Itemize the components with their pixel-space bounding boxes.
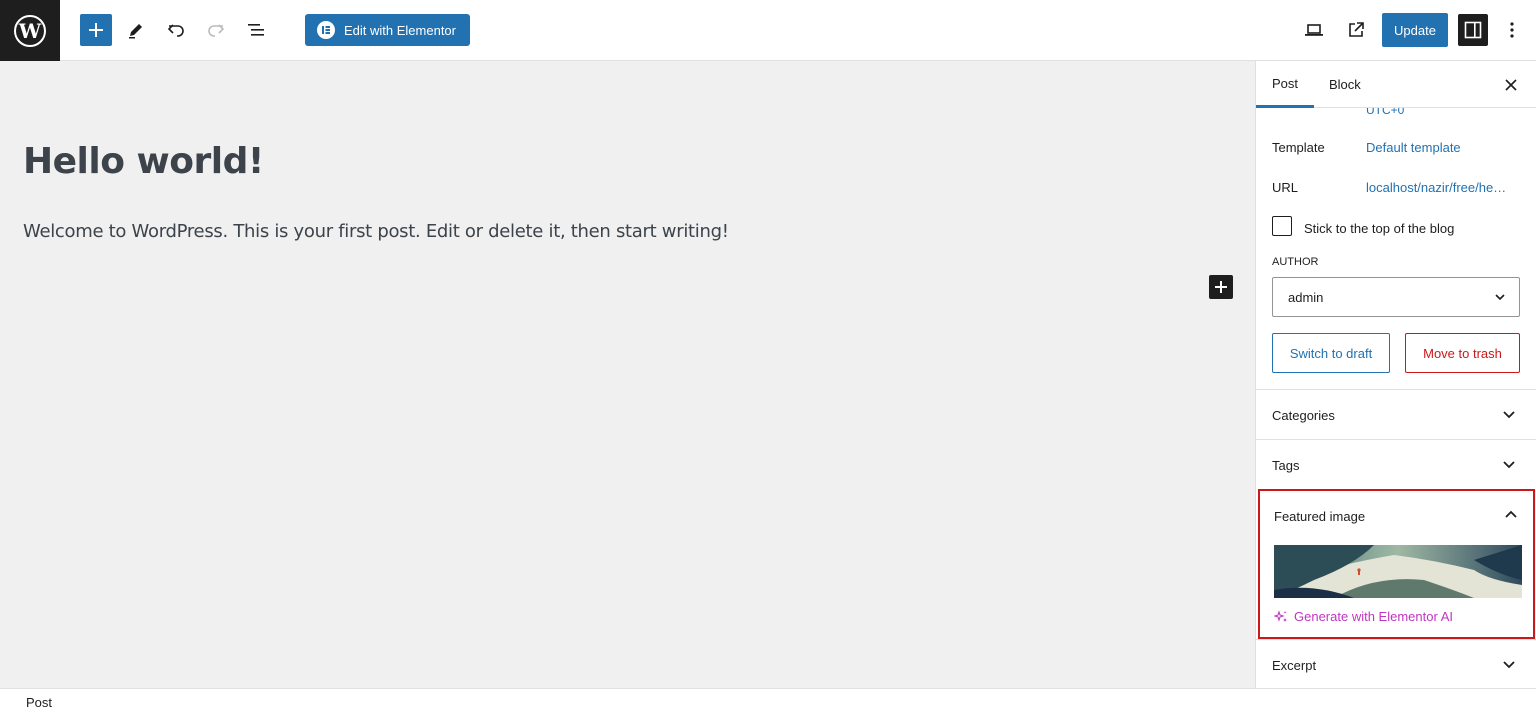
svg-text:W: W xyxy=(18,19,42,43)
chevron-down-icon xyxy=(1499,404,1519,424)
external-link-icon xyxy=(1349,22,1364,37)
categories-panel[interactable]: Categories xyxy=(1256,389,1536,439)
laptop-icon xyxy=(1305,24,1323,36)
sidebar-tabs: Post Block xyxy=(1256,61,1536,108)
move-to-trash-button[interactable]: Move to trash xyxy=(1405,333,1520,373)
move-to-trash-label: Move to trash xyxy=(1423,345,1502,361)
switch-to-draft-label: Switch to draft xyxy=(1289,345,1373,361)
switch-to-draft-button[interactable]: Switch to draft xyxy=(1272,333,1390,373)
block-inserter-button[interactable] xyxy=(1209,275,1233,299)
wordpress-logo-button[interactable]: W xyxy=(0,0,60,61)
tools-button[interactable] xyxy=(120,14,152,46)
settings-sidebar: Post Block UTC+0 Template Default templa… xyxy=(1255,61,1536,688)
view-button[interactable] xyxy=(1298,14,1330,46)
author-label: AUTHOR xyxy=(1272,256,1319,268)
update-button[interactable]: Update xyxy=(1382,13,1448,47)
sticky-checkbox[interactable] xyxy=(1272,216,1292,236)
view-post-button[interactable] xyxy=(1340,14,1372,46)
list-view-icon xyxy=(248,24,264,36)
chevron-down-icon xyxy=(1499,654,1519,674)
author-select[interactable]: admin xyxy=(1272,277,1520,317)
vertical-ellipsis-icon xyxy=(1510,22,1514,38)
plus-icon xyxy=(1215,281,1227,293)
chevron-down-icon xyxy=(1495,294,1505,301)
tags-panel[interactable]: Tags xyxy=(1256,439,1536,489)
excerpt-title: Excerpt xyxy=(1272,658,1317,673)
tab-block[interactable]: Block xyxy=(1317,61,1373,108)
generate-with-elementor-ai-link[interactable]: Generate with Elementor AI xyxy=(1274,609,1453,624)
block-breadcrumb-bar: Post xyxy=(0,688,1536,712)
close-icon xyxy=(1505,79,1517,91)
wordpress-logo-icon: W xyxy=(14,14,46,47)
post-title[interactable]: Hello world! xyxy=(23,141,264,182)
landscape-image xyxy=(1274,545,1522,598)
undo-button[interactable] xyxy=(160,14,192,46)
tab-post-label: Post xyxy=(1272,75,1299,91)
plus-icon xyxy=(89,23,103,37)
list-view-button[interactable] xyxy=(240,14,272,46)
url-label: URL xyxy=(1272,180,1299,195)
generate-ai-label: Generate with Elementor AI xyxy=(1294,609,1453,624)
post-paragraph[interactable]: Welcome to WordPress. This is your first… xyxy=(23,221,729,242)
featured-image-panel[interactable]: Featured image Generate with Elementor A… xyxy=(1258,489,1535,639)
tab-post[interactable]: Post xyxy=(1256,61,1315,108)
breadcrumb-post[interactable]: Post xyxy=(26,695,52,710)
template-link[interactable]: Default template xyxy=(1366,140,1461,155)
close-sidebar-button[interactable] xyxy=(1499,73,1523,97)
editor-canvas[interactable]: Hello world! Welcome to WordPress. This … xyxy=(0,61,1255,688)
tab-block-label: Block xyxy=(1329,77,1361,92)
undo-icon xyxy=(167,24,184,37)
sparkles-icon xyxy=(1274,609,1287,622)
update-label: Update xyxy=(1394,22,1436,38)
sidebar-toggle-icon xyxy=(1464,21,1482,39)
featured-image-thumbnail[interactable] xyxy=(1274,545,1522,598)
excerpt-panel[interactable]: Excerpt xyxy=(1256,639,1536,688)
author-value: admin xyxy=(1288,289,1324,305)
redo-icon xyxy=(208,24,225,37)
url-link[interactable]: localhost/nazir/free/he… xyxy=(1366,180,1506,195)
editor-header: W Edit with Elementor Update xyxy=(0,0,1536,61)
edit-with-elementor-label: Edit with Elementor xyxy=(344,22,456,38)
sticky-label: Stick to the top of the blog xyxy=(1304,221,1455,236)
template-label: Template xyxy=(1272,140,1325,155)
elementor-icon xyxy=(317,21,335,39)
categories-title: Categories xyxy=(1272,408,1335,423)
featured-image-title: Featured image xyxy=(1274,509,1366,524)
chevron-down-icon xyxy=(1499,454,1519,474)
tags-title: Tags xyxy=(1272,458,1300,473)
redo-button[interactable] xyxy=(200,14,232,46)
pencil-icon xyxy=(129,24,142,39)
edit-with-elementor-button[interactable]: Edit with Elementor xyxy=(305,14,470,46)
add-block-button[interactable] xyxy=(80,14,112,46)
options-button[interactable] xyxy=(1496,14,1528,46)
chevron-up-icon[interactable] xyxy=(1501,505,1521,525)
settings-toggle-button[interactable] xyxy=(1458,14,1488,46)
